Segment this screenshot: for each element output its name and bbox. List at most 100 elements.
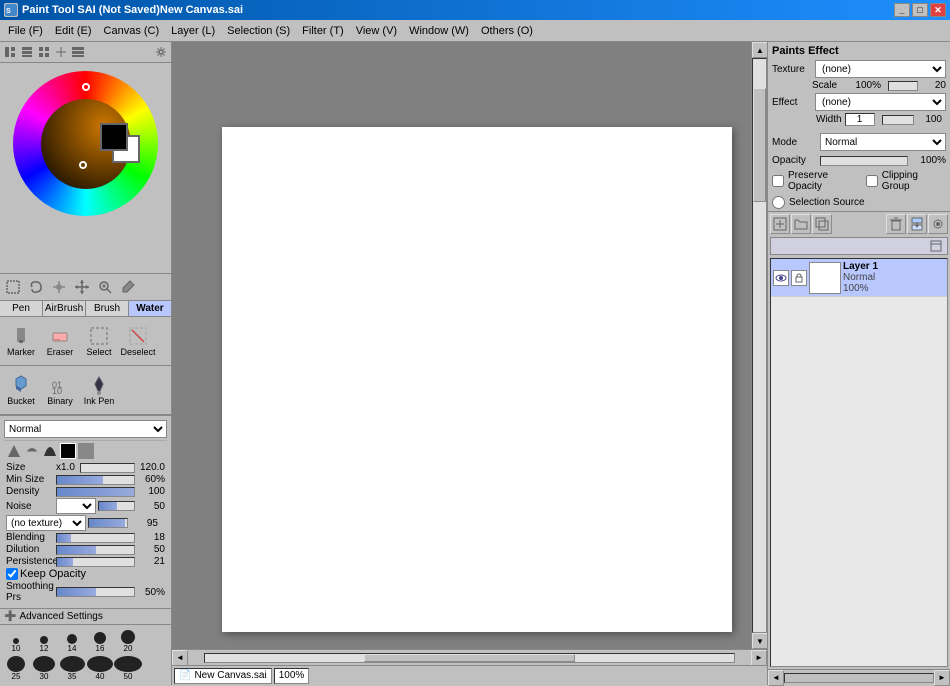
preserve-opacity-checkbox[interactable]	[772, 175, 784, 187]
eyedropper-tool[interactable]	[117, 276, 139, 298]
scale-slider[interactable]	[888, 81, 918, 91]
preset-20[interactable]: 20	[114, 627, 142, 655]
width-input[interactable]	[845, 113, 875, 126]
persistence-slider[interactable]	[56, 557, 135, 567]
texture-slider[interactable]	[88, 518, 128, 528]
marker-tool[interactable]: Marker	[2, 319, 40, 363]
menu-file[interactable]: File (F)	[2, 23, 49, 39]
fg-bg-swatches[interactable]	[100, 123, 152, 167]
size-slider[interactable]	[80, 463, 135, 473]
menu-edit[interactable]: Edit (E)	[49, 23, 98, 39]
eraser-tool[interactable]: Eraser	[41, 319, 79, 363]
texture-select[interactable]: (no texture)	[6, 515, 86, 531]
min-size-slider[interactable]	[56, 475, 135, 485]
tab-airbrush[interactable]: AirBrush	[43, 301, 86, 316]
lasso-tool[interactable]	[25, 276, 47, 298]
minimize-button[interactable]: _	[894, 3, 910, 17]
grid-view-1[interactable]	[2, 44, 18, 60]
select-tool[interactable]: Select	[80, 319, 118, 363]
noise-select[interactable]	[56, 498, 96, 514]
preset-40[interactable]: 40	[86, 655, 114, 683]
preset-16[interactable]: 16	[86, 627, 114, 655]
layer-row[interactable]: Layer 1 Normal 100%	[771, 259, 947, 297]
clipping-group-checkbox[interactable]	[866, 175, 878, 187]
preset-25[interactable]: 25	[2, 655, 30, 683]
keep-opacity-checkbox[interactable]	[6, 568, 18, 580]
effect-select[interactable]: (none)	[815, 93, 946, 111]
horizontal-scroll-thumb[interactable]	[364, 654, 576, 662]
grid-view-5[interactable]	[70, 44, 86, 60]
new-layer-button[interactable]	[770, 214, 790, 234]
bucket-tool[interactable]: Bucket	[2, 368, 40, 412]
blend-mode-select[interactable]: NormalMultiplyScreen	[4, 420, 167, 438]
menu-selection[interactable]: Selection (S)	[221, 23, 296, 39]
maximize-button[interactable]: □	[912, 3, 928, 17]
grid-view-2[interactable]	[19, 44, 35, 60]
scroll-left-arrow[interactable]: ◄	[172, 650, 188, 666]
layer-scroll-thumb[interactable]	[785, 674, 933, 682]
foreground-color-swatch[interactable]	[100, 123, 128, 151]
menu-filter[interactable]: Filter (T)	[296, 23, 350, 39]
selection-source-radio[interactable]	[772, 196, 785, 209]
magic-wand-tool[interactable]	[48, 276, 70, 298]
tab-brush[interactable]: Brush	[86, 301, 129, 316]
move-tool[interactable]	[71, 276, 93, 298]
title-bar-buttons[interactable]: _ □ ✕	[894, 3, 946, 17]
shape-half-circle[interactable]	[24, 443, 40, 459]
binary-tool[interactable]: 0110 Binary	[41, 368, 79, 412]
preset-50[interactable]: 50	[114, 655, 142, 683]
grid-view-3[interactable]	[36, 44, 52, 60]
new-folder-button[interactable]	[791, 214, 811, 234]
zoom-tool[interactable]	[94, 276, 116, 298]
smoothing-slider[interactable]	[56, 587, 135, 597]
texture-effect-select[interactable]: (none)	[815, 60, 946, 78]
scroll-up-arrow[interactable]: ▲	[752, 42, 767, 58]
menu-view[interactable]: View (V)	[350, 23, 403, 39]
layer-lock-toggle[interactable]	[791, 270, 807, 286]
settings-icon[interactable]	[153, 44, 169, 60]
menu-canvas[interactable]: Canvas (C)	[98, 23, 166, 39]
tab-water[interactable]: Water	[129, 301, 171, 316]
scroll-down-arrow[interactable]: ▼	[752, 633, 767, 649]
preset-14[interactable]: 14	[58, 627, 86, 655]
blending-slider[interactable]	[56, 533, 135, 543]
merge-visible-button[interactable]	[928, 214, 948, 234]
opacity-slider[interactable]	[820, 156, 908, 166]
advanced-settings-toggle[interactable]: ➕ Advanced Settings	[0, 608, 171, 624]
vertical-scrollbar[interactable]: ▲ ▼	[751, 42, 767, 649]
menu-layer[interactable]: Layer (L)	[165, 23, 221, 39]
layer-scroll-track[interactable]	[784, 673, 934, 683]
layer-bottom-scrollbar[interactable]: ◄ ►	[768, 669, 950, 685]
dilution-slider[interactable]	[56, 545, 135, 555]
tab-pen[interactable]: Pen	[0, 301, 43, 316]
grid-view-4[interactable]	[53, 44, 69, 60]
shape-square-black[interactable]	[60, 443, 76, 459]
scroll-right-arrow[interactable]: ►	[751, 650, 767, 666]
layer-visibility-toggle[interactable]	[773, 270, 789, 286]
preset-30[interactable]: 30	[30, 655, 58, 683]
density-slider[interactable]	[56, 487, 135, 497]
horizontal-scrollbar[interactable]: ◄ ►	[172, 649, 767, 665]
layer-scroll-left[interactable]: ◄	[768, 670, 784, 686]
drawing-canvas[interactable]	[222, 127, 732, 632]
menu-window[interactable]: Window (W)	[403, 23, 475, 39]
shape-square-gray[interactable]	[78, 443, 94, 459]
shape-bell[interactable]	[42, 443, 58, 459]
width-slider[interactable]	[882, 115, 914, 125]
canvas-area[interactable]	[172, 42, 751, 649]
vertical-scroll-track[interactable]	[752, 58, 767, 633]
horizontal-scroll-track[interactable]	[204, 653, 735, 663]
preset-10[interactable]: 10	[2, 627, 30, 655]
shape-triangle[interactable]	[6, 443, 22, 459]
copy-layer-button[interactable]	[812, 214, 832, 234]
deselect-tool[interactable]: Deselect	[119, 319, 157, 363]
preset-12[interactable]: 12	[30, 627, 58, 655]
menu-others[interactable]: Others (O)	[475, 23, 539, 39]
delete-layer-button[interactable]	[886, 214, 906, 234]
merge-down-button[interactable]	[907, 214, 927, 234]
rectangle-select-tool[interactable]	[2, 276, 24, 298]
ink-pen-tool[interactable]: Ink Pen	[80, 368, 118, 412]
layer-scroll-right[interactable]: ►	[934, 670, 950, 686]
layer-options-icon[interactable]	[929, 239, 943, 253]
close-button[interactable]: ✕	[930, 3, 946, 17]
